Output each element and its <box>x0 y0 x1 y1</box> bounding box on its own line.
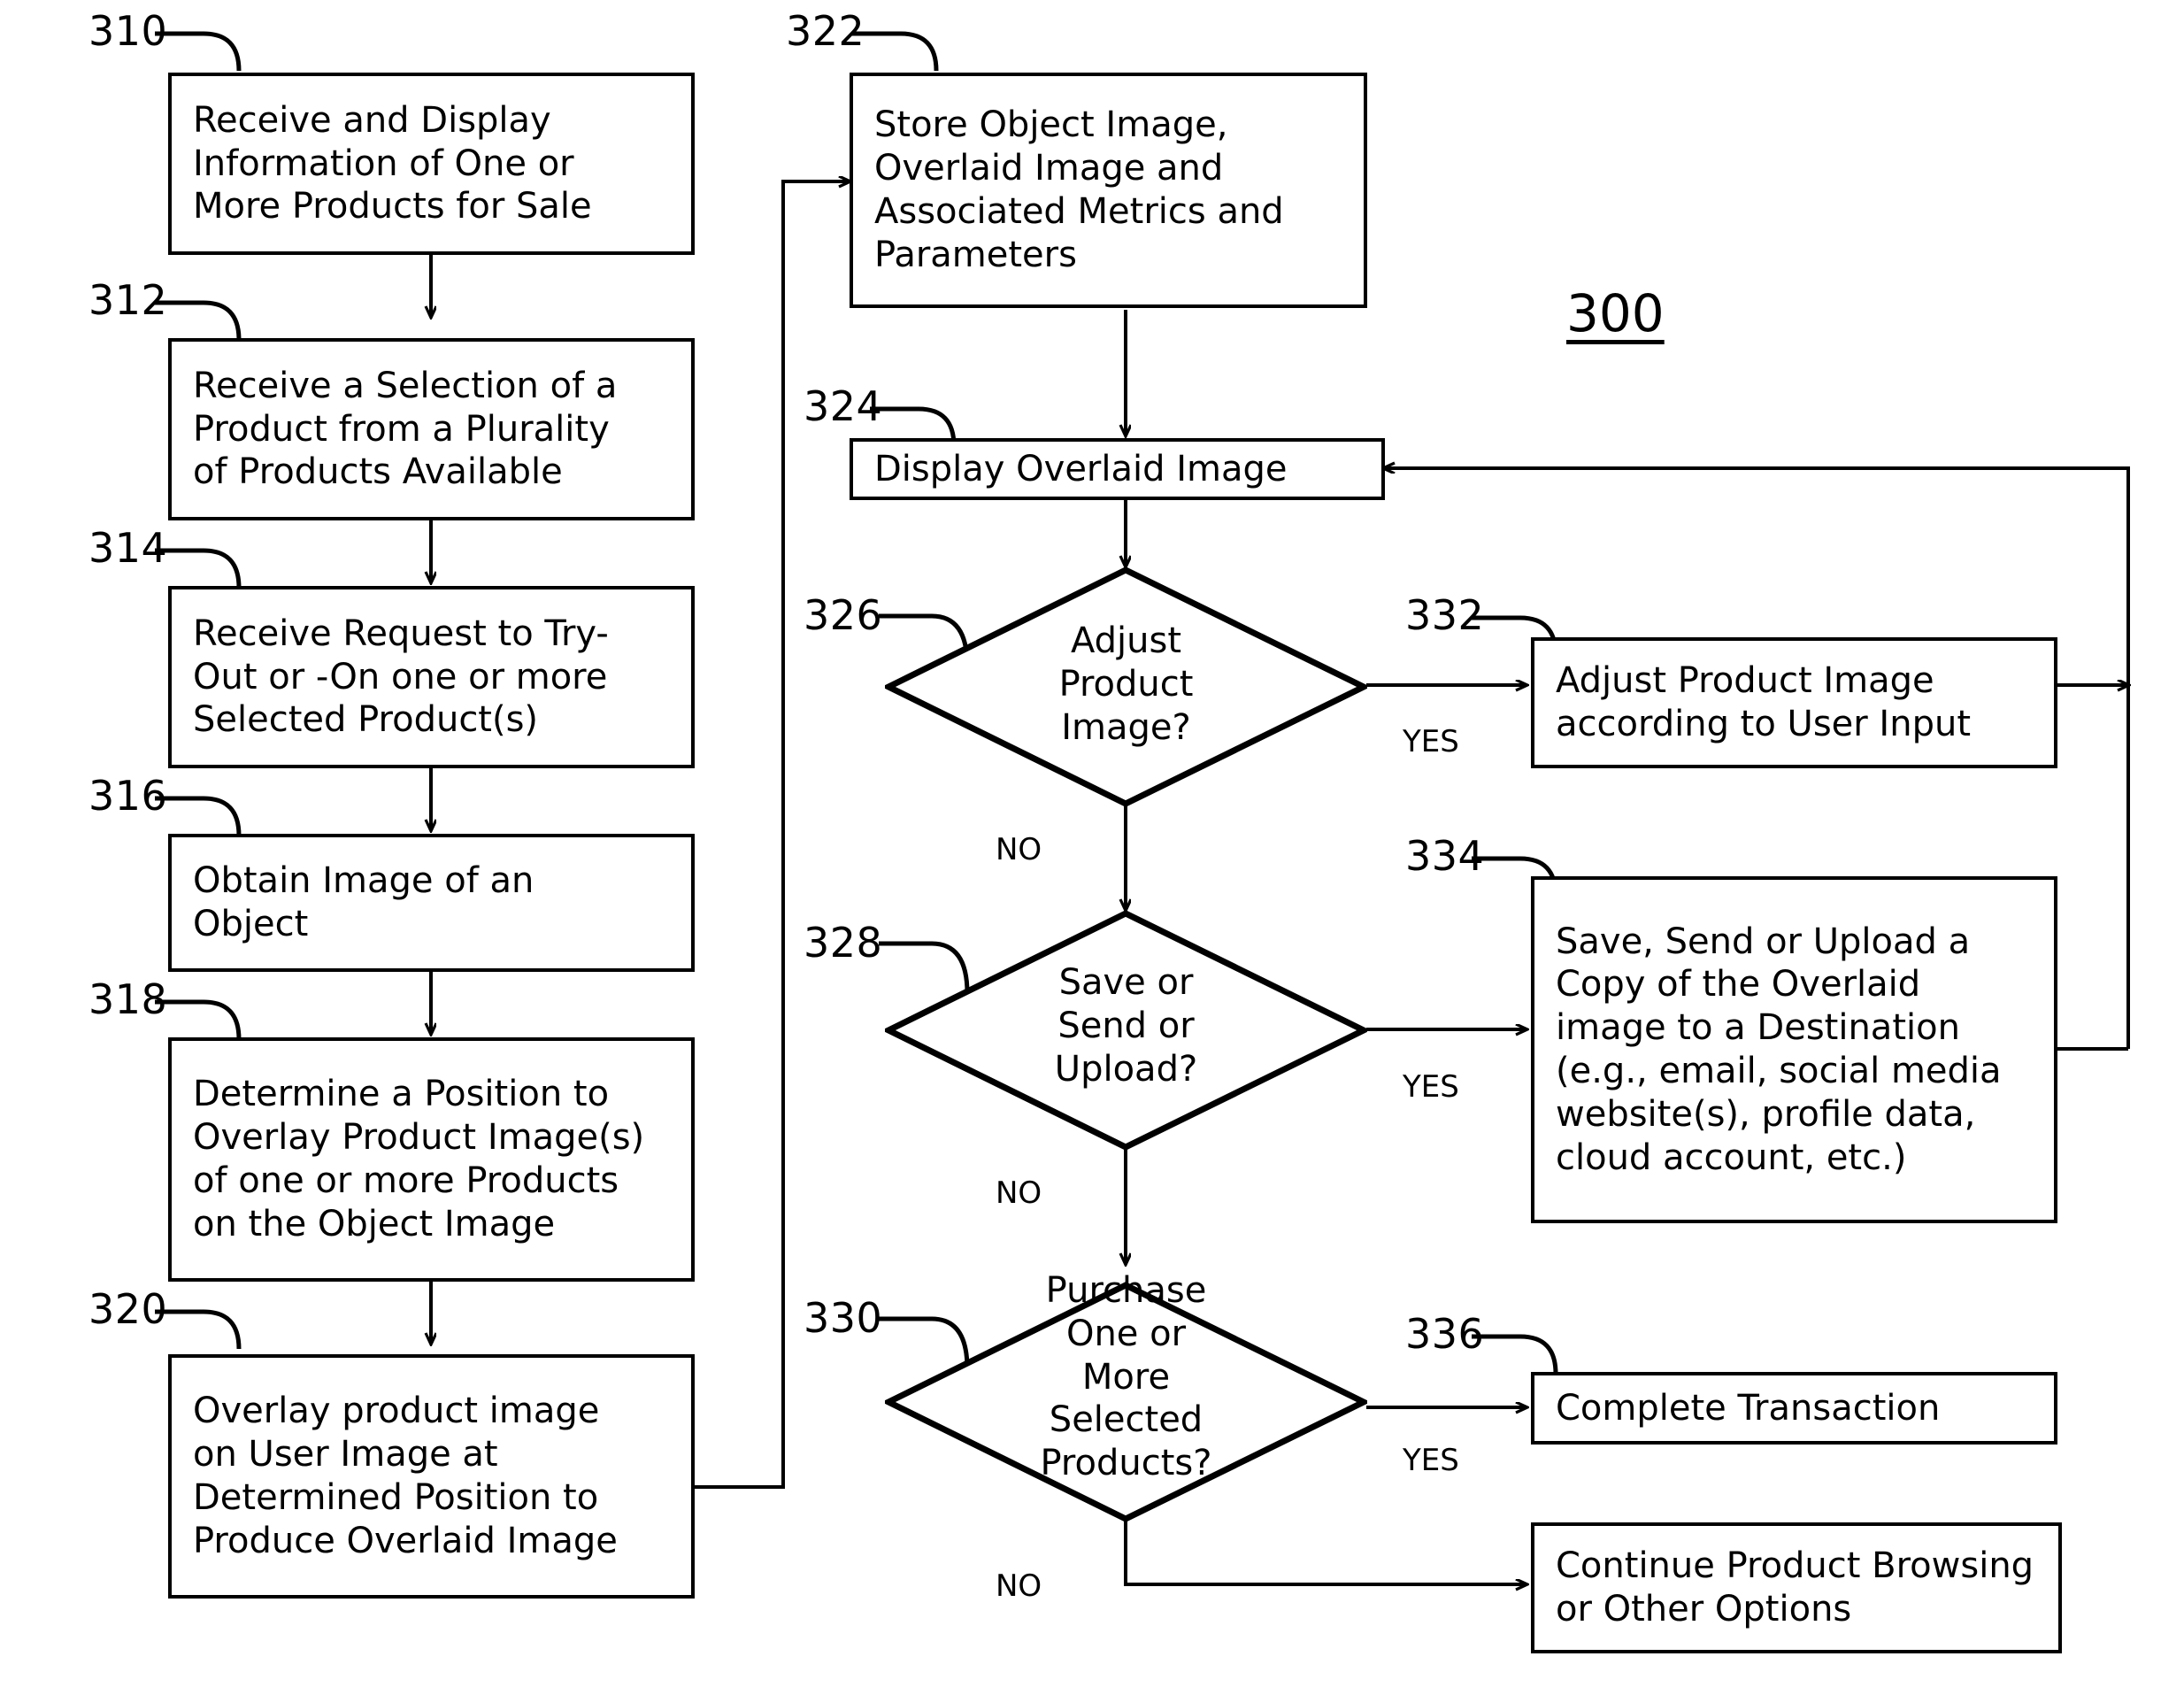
leader-line-318 <box>155 999 242 1040</box>
branch-label-326-no: NO <box>996 832 1042 867</box>
node-322-text: Store Object Image, Overlaid Image and A… <box>874 104 1284 275</box>
node-316-text: Obtain Image of an Object <box>193 860 534 944</box>
leader-line-336 <box>1472 1334 1558 1375</box>
node-336-text: Complete Transaction <box>1556 1387 1941 1429</box>
flowchart-canvas: 300 310 Receive and Display Information … <box>0 0 2184 1695</box>
node-314-text: Receive Request to Try- Out or -On one o… <box>193 613 609 741</box>
leader-line-322 <box>852 31 939 72</box>
node-312-receive-product-selection[interactable]: Receive a Selection of a Product from a … <box>168 338 695 520</box>
figure-number: 300 <box>1566 283 1665 343</box>
node-332-text: Adjust Product Image according to User I… <box>1556 660 1972 744</box>
ref-label-330: 330 <box>804 1294 883 1342</box>
leader-line-320 <box>155 1309 242 1350</box>
branch-label-330-no: NO <box>996 1568 1042 1604</box>
node-318-text: Determine a Position to Overlay Product … <box>193 1074 645 1244</box>
ref-label-328: 328 <box>804 919 883 967</box>
node-320-overlay-product-image[interactable]: Overlay product image on User Image at D… <box>168 1354 695 1599</box>
leader-line-314 <box>155 548 242 589</box>
node-312-text: Receive a Selection of a Product from a … <box>193 365 618 493</box>
node-332-adjust-product-image[interactable]: Adjust Product Image according to User I… <box>1531 637 2057 768</box>
branch-label-328-yes: YES <box>1403 1069 1459 1105</box>
node-324-text: Display Overlaid Image <box>874 448 1288 489</box>
node-330-purchase-products-decision[interactable]: Purchase One or More Selected Products? <box>885 1270 1367 1522</box>
node-328-save-send-upload-decision[interactable]: Save or Send or Upload? <box>885 910 1367 1151</box>
leader-line-312 <box>155 300 242 341</box>
node-320-text: Overlay product image on User Image at D… <box>193 1391 618 1561</box>
node-310-receive-and-display-products[interactable]: Receive and Display Information of One o… <box>168 73 695 255</box>
node-334-save-send-upload-copy[interactable]: Save, Send or Upload a Copy of the Overl… <box>1531 876 2057 1223</box>
node-338-continue-product-browsing[interactable]: Continue Product Browsing or Other Optio… <box>1531 1522 2062 1653</box>
node-326-adjust-product-image-decision[interactable]: Adjust Product Image? <box>885 566 1367 807</box>
branch-label-326-yes: YES <box>1403 724 1459 759</box>
branch-label-330-yes: YES <box>1403 1443 1459 1478</box>
node-336-complete-transaction[interactable]: Complete Transaction <box>1531 1372 2057 1445</box>
node-334-text: Save, Send or Upload a Copy of the Overl… <box>1556 921 2002 1178</box>
node-310-text: Receive and Display Information of One o… <box>193 99 592 227</box>
leader-line-310 <box>155 31 242 72</box>
node-314-receive-tryon-request[interactable]: Receive Request to Try- Out or -On one o… <box>168 586 695 768</box>
node-316-obtain-object-image[interactable]: Obtain Image of an Object <box>168 834 695 972</box>
node-324-display-overlaid-image[interactable]: Display Overlaid Image <box>850 438 1385 500</box>
node-318-determine-overlay-position[interactable]: Determine a Position to Overlay Product … <box>168 1037 695 1282</box>
leader-line-316 <box>155 796 242 836</box>
node-322-store-images-and-metrics[interactable]: Store Object Image, Overlaid Image and A… <box>850 73 1367 308</box>
branch-label-328-no: NO <box>996 1175 1042 1211</box>
node-338-text: Continue Product Browsing or Other Optio… <box>1556 1545 2034 1630</box>
ref-label-326: 326 <box>804 591 883 639</box>
node-326-text: Adjust Product Image? <box>1058 620 1194 748</box>
node-330-text: Purchase One or More Selected Products? <box>1040 1270 1212 1484</box>
node-328-text: Save or Send or Upload? <box>1054 962 1198 1090</box>
